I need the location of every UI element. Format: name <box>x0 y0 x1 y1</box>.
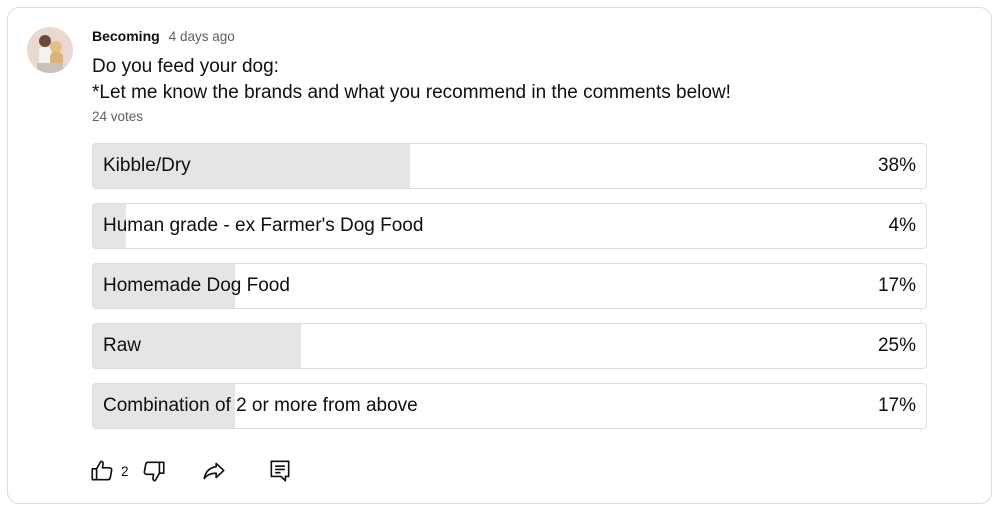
poll-option[interactable]: Homemade Dog Food 17% <box>92 263 927 309</box>
poll-option-label: Raw <box>103 335 142 356</box>
comment-icon <box>270 460 290 482</box>
post-time[interactable]: 4 days ago <box>169 29 235 44</box>
poll-option-percent: 17% <box>877 275 916 296</box>
thumb-down-icon <box>143 461 165 482</box>
avatar-image <box>27 27 73 73</box>
poll-option-label: Human grade - ex Farmer's Dog Food <box>103 215 424 236</box>
post-text: Do you feed your dog: *Let me know the b… <box>92 54 731 106</box>
poll-option-percent: 38% <box>877 155 916 176</box>
avatar[interactable] <box>27 27 73 73</box>
poll-option-label: Kibble/Dry <box>103 155 191 176</box>
poll-option-percent: 25% <box>877 335 916 356</box>
like-button[interactable]: 2 <box>89 456 129 486</box>
post-header: Becoming 4 days ago <box>92 28 235 48</box>
share-button[interactable] <box>201 456 227 486</box>
poll-option-percent: 17% <box>877 395 916 416</box>
comment-button[interactable] <box>267 456 293 486</box>
poll-option[interactable]: Kibble/Dry 38% <box>92 143 927 189</box>
question-line-1: Do you feed your dog: <box>92 56 279 77</box>
poll-option[interactable]: Human grade - ex Farmer's Dog Food 4% <box>92 203 927 249</box>
vote-count: 24 votes <box>92 109 144 124</box>
dislike-button[interactable] <box>141 456 167 486</box>
poll-option-percent: 4% <box>888 215 916 236</box>
like-count: 2 <box>121 463 129 479</box>
poll-post-card: Becoming 4 days ago Do you feed your dog… <box>7 7 992 504</box>
question-line-2: *Let me know the brands and what you rec… <box>92 82 731 103</box>
poll-option-label: Homemade Dog Food <box>103 275 290 296</box>
poll-option[interactable]: Combination of 2 or more from above 17% <box>92 383 927 429</box>
author-name[interactable]: Becoming <box>92 28 160 44</box>
share-icon <box>203 462 225 480</box>
poll-options: Kibble/Dry 38% Human grade - ex Farmer's… <box>92 143 927 443</box>
thumb-up-icon <box>91 460 113 481</box>
poll-option[interactable]: Raw 25% <box>92 323 927 369</box>
poll-option-label: Combination of 2 or more from above <box>103 395 418 416</box>
